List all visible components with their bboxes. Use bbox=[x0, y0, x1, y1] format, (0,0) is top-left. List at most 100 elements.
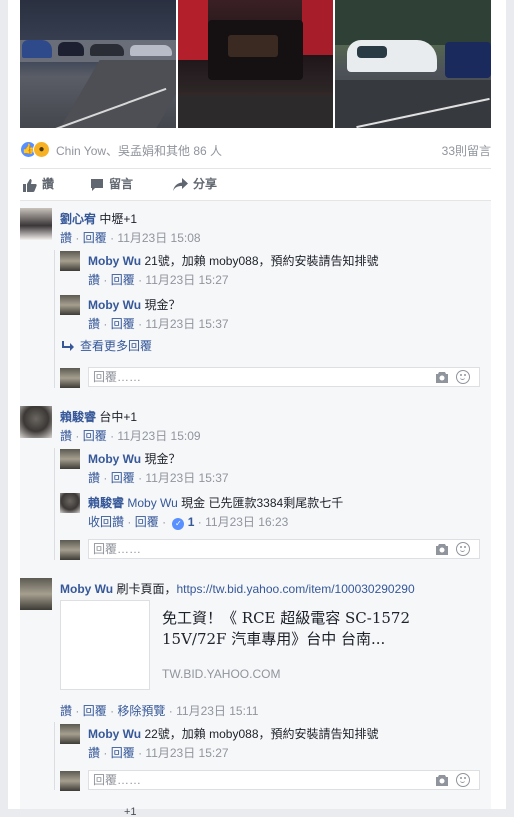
reply-like-count[interactable]: ✓ 1 bbox=[169, 515, 194, 530]
like-count-icon: ✓ bbox=[172, 518, 185, 530]
reply-thread-line bbox=[54, 250, 55, 388]
reply-text: 現金 已先匯款3384剩尾款七千 bbox=[181, 496, 344, 510]
wow-reaction-icon: ● bbox=[33, 141, 50, 158]
like-label: 讚 bbox=[42, 177, 55, 191]
comment-author[interactable]: Moby Wu bbox=[60, 582, 113, 596]
reply-arrow-icon bbox=[62, 341, 74, 351]
comment-time[interactable]: 11月23日 15:08 bbox=[117, 231, 200, 245]
reply-link[interactable]: 回覆 bbox=[83, 704, 107, 718]
preview-title: 免工資！《 RCE 超級電容 SC-1572 15V/72F 汽車專用》台中 台… bbox=[162, 608, 472, 650]
like-link[interactable]: 讚 bbox=[88, 471, 100, 485]
reply-author[interactable]: Moby Wu bbox=[88, 452, 141, 466]
link-preview[interactable]: 免工資！《 RCE 超級電容 SC-1572 15V/72F 汽車專用》台中 台… bbox=[60, 600, 483, 692]
like-link[interactable]: 讚 bbox=[60, 704, 72, 718]
view-more-replies[interactable]: 查看更多回覆 bbox=[62, 337, 152, 354]
avatar[interactable] bbox=[60, 449, 80, 469]
reply-time[interactable]: 11月23日 15:37 bbox=[145, 471, 228, 485]
avatar[interactable] bbox=[20, 406, 52, 438]
separator: · bbox=[103, 746, 108, 760]
avatar[interactable] bbox=[20, 208, 52, 240]
photo-strip bbox=[20, 0, 491, 128]
like-link[interactable]: 讚 bbox=[60, 429, 72, 443]
avatar[interactable] bbox=[60, 251, 80, 271]
like-button[interactable]: 讚 bbox=[22, 176, 54, 194]
separator: · bbox=[197, 515, 202, 529]
separator: · bbox=[138, 746, 143, 760]
avatar[interactable] bbox=[60, 295, 80, 315]
reply-author[interactable]: Moby Wu bbox=[88, 298, 141, 312]
comment-count[interactable]: 33則留言 bbox=[442, 142, 491, 159]
reply-time[interactable]: 11月23日 15:27 bbox=[145, 273, 228, 287]
like-link[interactable]: 讚 bbox=[60, 231, 72, 245]
preview-title-line2: 15V/72F 汽車專用》台中 台南... bbox=[162, 630, 386, 648]
preview-title-line1: 免工資！《 RCE 超級電容 SC-1572 bbox=[162, 609, 411, 627]
emoji-icon[interactable] bbox=[456, 370, 470, 384]
comment-button[interactable]: 留言 bbox=[90, 176, 133, 194]
reply-link[interactable]: 回覆 bbox=[135, 515, 159, 529]
reply-time[interactable]: 11月23日 16:23 bbox=[205, 515, 288, 529]
separator: · bbox=[138, 273, 143, 287]
view-more-label: 查看更多回覆 bbox=[80, 339, 153, 353]
reply-composer bbox=[88, 770, 480, 790]
reply-body: Moby Wu 21號，加賴 moby088，預約安裝請告知排號 bbox=[88, 252, 379, 269]
comment-author[interactable]: 賴駿睿 bbox=[60, 410, 96, 424]
remove-preview-link[interactable]: 移除預覽 bbox=[117, 704, 165, 718]
reply-meta: 讚 · 回覆 · 11月23日 15:37 bbox=[88, 469, 229, 486]
comment-body: 賴駿睿 台中+1 bbox=[60, 408, 137, 425]
like-link[interactable]: 讚 bbox=[88, 746, 100, 760]
like-link[interactable]: 讚 bbox=[88, 273, 100, 287]
separator: · bbox=[110, 231, 115, 245]
comment-meta: 讚 · 回覆 · 11月23日 15:09 bbox=[60, 427, 201, 444]
reply-meta: 收回讚 · 回覆 · ✓ 1 · 11月23日 16:23 bbox=[88, 513, 288, 530]
reply-input[interactable] bbox=[93, 541, 393, 557]
reply-meta: 讚 · 回覆 · 11月23日 15:37 bbox=[88, 315, 229, 332]
reply-author[interactable]: Moby Wu bbox=[88, 727, 141, 741]
reply-input[interactable] bbox=[93, 772, 393, 788]
reply-link[interactable]: 回覆 bbox=[111, 471, 135, 485]
reply-link[interactable]: 回覆 bbox=[111, 746, 135, 760]
comment-url-link[interactable]: https://tw.bid.yahoo.com/item/1000302902… bbox=[176, 582, 414, 596]
reply-text: 現金？ bbox=[144, 298, 181, 312]
camera-icon[interactable] bbox=[435, 543, 449, 555]
photo-parking-lot[interactable] bbox=[20, 0, 176, 128]
unlike-link[interactable]: 收回讚 bbox=[88, 515, 124, 529]
photo-car-trunk[interactable] bbox=[178, 0, 333, 128]
avatar[interactable] bbox=[60, 493, 80, 513]
divider bbox=[20, 168, 491, 169]
reply-composer bbox=[88, 367, 480, 387]
share-button[interactable]: 分享 bbox=[173, 176, 217, 194]
next-post-fragment: +1 bbox=[124, 806, 137, 817]
emoji-icon[interactable] bbox=[456, 542, 470, 556]
comment-time[interactable]: 11月23日 15:09 bbox=[117, 429, 200, 443]
camera-icon[interactable] bbox=[435, 774, 449, 786]
avatar bbox=[60, 540, 80, 560]
photo-white-car[interactable] bbox=[335, 0, 491, 128]
separator: · bbox=[127, 515, 132, 529]
emoji-icon[interactable] bbox=[456, 773, 470, 787]
reply-link[interactable]: 回覆 bbox=[83, 231, 107, 245]
reply-link[interactable]: 回覆 bbox=[83, 429, 107, 443]
separator: · bbox=[103, 273, 108, 287]
reply-link[interactable]: 回覆 bbox=[111, 273, 135, 287]
avatar[interactable] bbox=[60, 724, 80, 744]
like-link[interactable]: 讚 bbox=[88, 317, 100, 331]
reaction-icons[interactable]: 👍 ● bbox=[20, 141, 54, 159]
reaction-names[interactable]: Chin Yow、吳孟娟和其他 86 人 bbox=[56, 142, 222, 159]
comment-bubble-icon bbox=[91, 178, 103, 191]
reply-link[interactable]: 回覆 bbox=[111, 317, 135, 331]
reply-body: 賴駿睿 Moby Wu 現金 已先匯款3384剩尾款七千 bbox=[88, 494, 343, 511]
reply-time[interactable]: 11月23日 15:27 bbox=[145, 746, 228, 760]
reactions-summary: 👍 ● Chin Yow、吳孟娟和其他 86 人 33則留言 bbox=[20, 138, 491, 162]
reply-author[interactable]: Moby Wu bbox=[88, 254, 141, 268]
mention-link[interactable]: Moby Wu bbox=[127, 496, 177, 510]
comment-author[interactable]: 劉心宥 bbox=[60, 212, 96, 226]
separator: · bbox=[75, 429, 80, 443]
comment-time[interactable]: 11月23日 15:11 bbox=[176, 704, 258, 718]
reply-author[interactable]: 賴駿睿 bbox=[88, 496, 124, 510]
avatar[interactable] bbox=[20, 578, 52, 610]
reply-time[interactable]: 11月23日 15:37 bbox=[145, 317, 228, 331]
separator: · bbox=[75, 231, 80, 245]
separator: · bbox=[168, 704, 173, 718]
reply-input[interactable] bbox=[93, 369, 393, 385]
camera-icon[interactable] bbox=[435, 371, 449, 383]
